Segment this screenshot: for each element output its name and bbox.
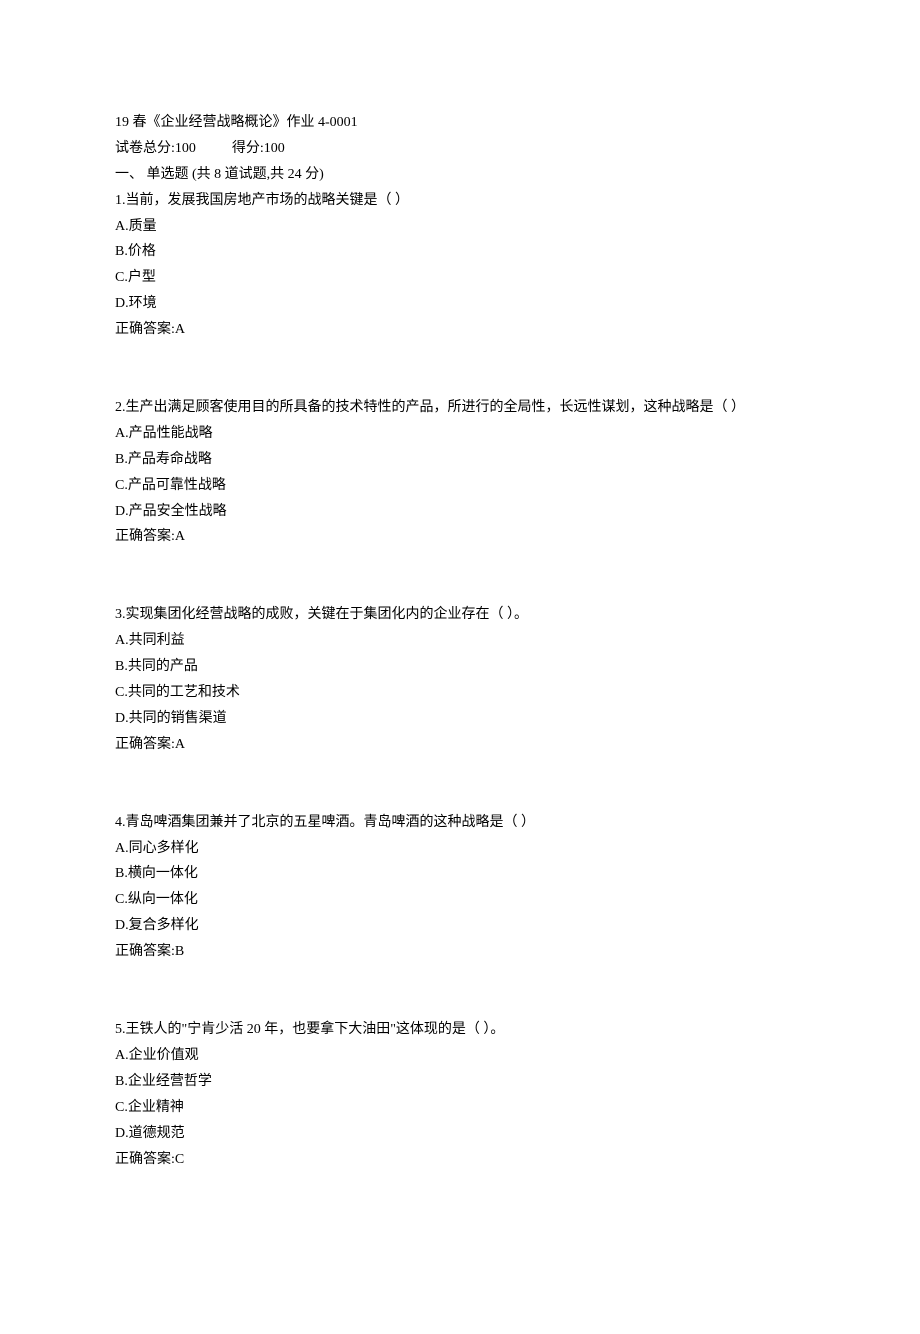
question-2: 2.生产出满足顾客使用目的所具备的技术特性的产品，所进行的全局性，长远性谋划，这…: [115, 395, 805, 550]
score-total: 试卷总分:100: [115, 141, 196, 156]
question-answer: 正确答案:A: [115, 732, 805, 758]
question-option: B.价格: [115, 239, 805, 265]
question-stem: 4.青岛啤酒集团兼并了北京的五星啤酒。青岛啤酒的这种战略是（ ）: [115, 810, 805, 836]
question-option: D.复合多样化: [115, 913, 805, 939]
question-1: 1.当前，发展我国房地产市场的战略关键是（ ） A.质量 B.价格 C.户型 D…: [115, 188, 805, 343]
question-option: C.企业精神: [115, 1095, 805, 1121]
question-stem: 3.实现集团化经营战略的成败，关键在于集团化内的企业存在（ ）。: [115, 602, 805, 628]
section-title: 一、 单选题 (共 8 道试题,共 24 分): [115, 162, 805, 188]
question-option: C.户型: [115, 265, 805, 291]
question-option: D.道德规范: [115, 1121, 805, 1147]
question-option: A.企业价值观: [115, 1043, 805, 1069]
question-answer: 正确答案:C: [115, 1147, 805, 1173]
question-stem: 2.生产出满足顾客使用目的所具备的技术特性的产品，所进行的全局性，长远性谋划，这…: [115, 395, 805, 421]
question-answer: 正确答案:B: [115, 939, 805, 965]
question-option: B.产品寿命战略: [115, 447, 805, 473]
question-option: C.产品可靠性战略: [115, 473, 805, 499]
question-option: D.产品安全性战略: [115, 499, 805, 525]
question-answer: 正确答案:A: [115, 317, 805, 343]
question-option: A.共同利益: [115, 628, 805, 654]
question-option: A.同心多样化: [115, 836, 805, 862]
question-stem: 5.王铁人的"宁肯少活 20 年，也要拿下大油田"这体现的是（ ）。: [115, 1017, 805, 1043]
question-4: 4.青岛啤酒集团兼并了北京的五星啤酒。青岛啤酒的这种战略是（ ） A.同心多样化…: [115, 810, 805, 965]
score-got: 得分:100: [232, 141, 285, 156]
question-stem: 1.当前，发展我国房地产市场的战略关键是（ ）: [115, 188, 805, 214]
question-option: D.共同的销售渠道: [115, 706, 805, 732]
question-3: 3.实现集团化经营战略的成败，关键在于集团化内的企业存在（ ）。 A.共同利益 …: [115, 602, 805, 757]
question-option: C.纵向一体化: [115, 887, 805, 913]
question-5: 5.王铁人的"宁肯少活 20 年，也要拿下大油田"这体现的是（ ）。 A.企业价…: [115, 1017, 805, 1172]
question-answer: 正确答案:A: [115, 524, 805, 550]
question-option: B.共同的产品: [115, 654, 805, 680]
document-title: 19 春《企业经营战略概论》作业 4-0001: [115, 110, 805, 136]
question-option: A.质量: [115, 214, 805, 240]
question-option: C.共同的工艺和技术: [115, 680, 805, 706]
question-option: B.企业经营哲学: [115, 1069, 805, 1095]
score-line: 试卷总分:100 得分:100: [115, 136, 805, 162]
document-header: 19 春《企业经营战略概论》作业 4-0001 试卷总分:100 得分:100 一…: [115, 110, 805, 188]
question-option: A.产品性能战略: [115, 421, 805, 447]
question-option: D.环境: [115, 291, 805, 317]
question-option: B.横向一体化: [115, 861, 805, 887]
